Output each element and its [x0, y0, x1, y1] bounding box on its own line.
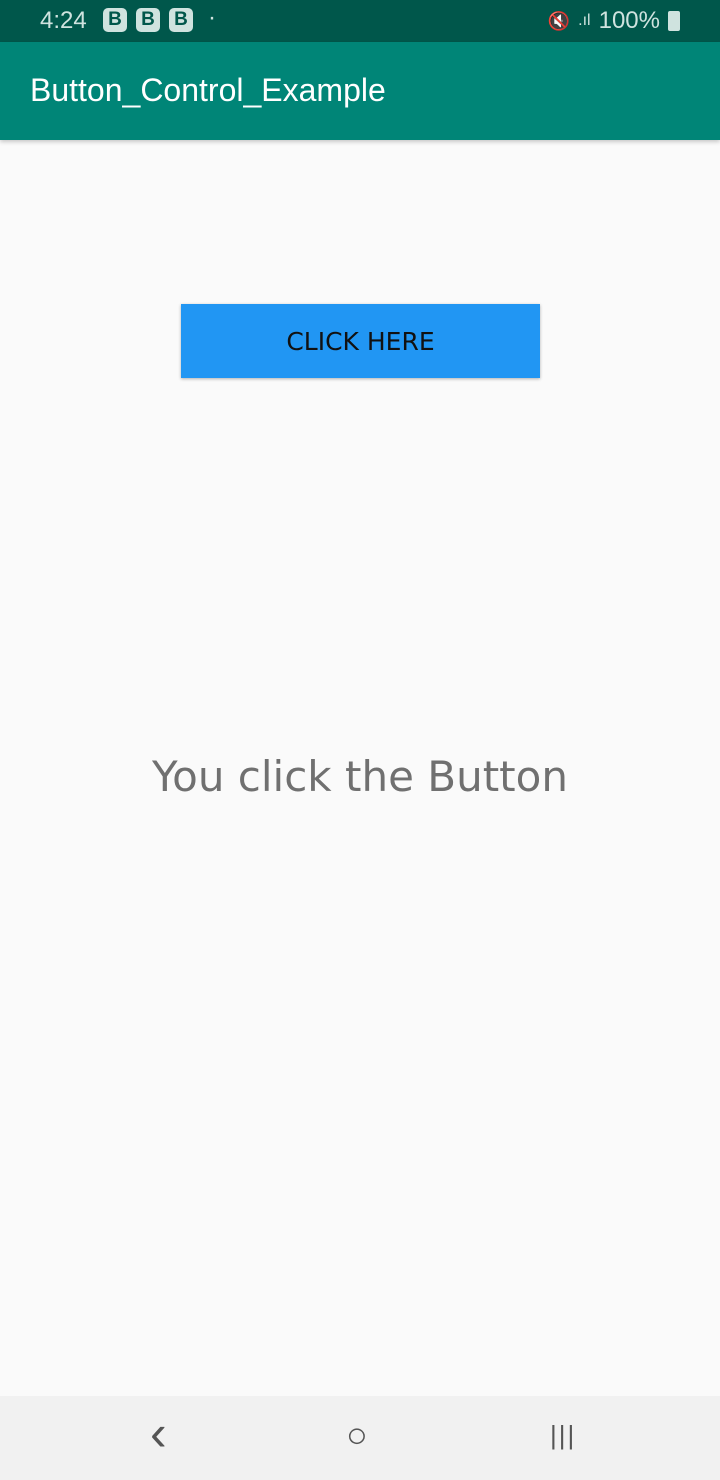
time: 4:24	[40, 7, 87, 34]
b-notification-icon: B	[103, 8, 127, 32]
nav-bar: ‹ ○ |||	[0, 1396, 720, 1480]
more-dot: ·	[208, 4, 216, 31]
app-title: Button_Control_Example	[30, 72, 386, 108]
battery-icon	[668, 11, 680, 31]
recents-icon[interactable]: |||	[550, 1420, 576, 1451]
b-notification-icon: B	[169, 8, 193, 32]
status-bar: 4:24 B B B · 🔇 .ıl 100%	[0, 0, 720, 42]
app-bar: Button_Control_Example	[0, 42, 720, 140]
signal-icon: .ıl	[578, 12, 591, 29]
home-icon[interactable]: ○	[346, 1414, 368, 1456]
battery-percent: 100%	[598, 7, 660, 34]
message-text: You click the Button	[152, 752, 568, 801]
back-icon[interactable]: ‹	[150, 1404, 167, 1462]
mute-icon: 🔇	[547, 10, 571, 31]
click-here-button[interactable]: CLICK HERE	[181, 304, 540, 378]
b-notification-icon: B	[136, 8, 160, 32]
